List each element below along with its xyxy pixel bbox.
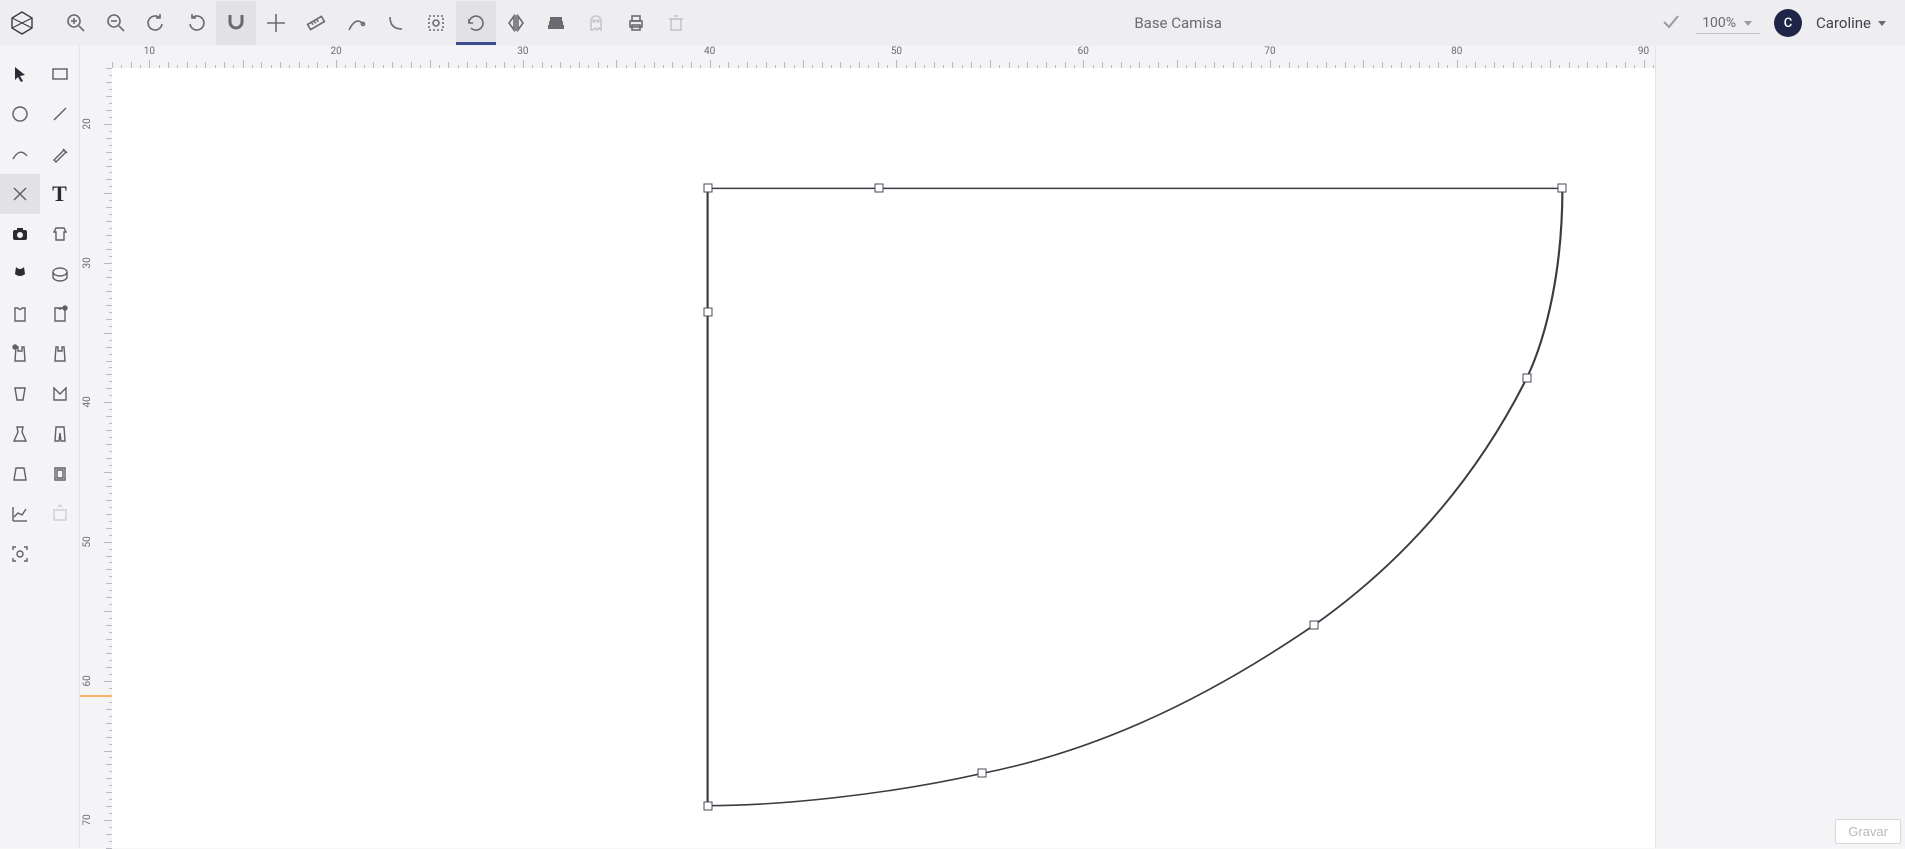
focus-icon[interactable] <box>0 534 40 574</box>
camera-icon[interactable] <box>0 214 40 254</box>
canvas[interactable] <box>112 68 1655 848</box>
user-menu[interactable]: Caroline <box>1816 14 1887 32</box>
anchor-handle[interactable] <box>874 184 883 193</box>
redo-icon[interactable] <box>176 1 216 45</box>
curve-icon[interactable] <box>0 134 40 174</box>
curve-edit-icon[interactable] <box>336 1 376 45</box>
ruler-icon[interactable] <box>296 1 336 45</box>
shirt-back-icon[interactable] <box>40 294 80 334</box>
blank <box>40 534 80 574</box>
zoom-value: 100% <box>1702 15 1736 31</box>
left-toolbox: T <box>0 46 80 848</box>
anchor-handle[interactable] <box>978 769 987 778</box>
refresh-icon[interactable] <box>456 1 496 45</box>
sleeve-icon[interactable] <box>0 374 40 414</box>
tank-left-icon[interactable] <box>0 334 40 374</box>
confirm-icon[interactable] <box>1660 11 1682 35</box>
dress-icon[interactable] <box>0 414 40 454</box>
rectangle-icon[interactable] <box>40 54 80 94</box>
undo-icon[interactable] <box>136 1 176 45</box>
zoom-out-icon[interactable] <box>96 1 136 45</box>
ghost-icon <box>576 1 616 45</box>
circle-icon[interactable] <box>0 94 40 134</box>
collar-icon[interactable] <box>40 374 80 414</box>
grading-icon[interactable] <box>40 454 80 494</box>
anchor-handle[interactable] <box>1558 184 1567 193</box>
shirt-front-icon[interactable] <box>0 294 40 334</box>
ruler-vertical[interactable]: 203040506070 <box>80 68 112 848</box>
crosshair-icon[interactable] <box>256 1 296 45</box>
tape-icon[interactable] <box>40 254 80 294</box>
tank-right-icon[interactable] <box>40 334 80 374</box>
top-toolbar: Base Camisa 100% C Caroline <box>0 0 1905 46</box>
right-controls: 100% C Caroline <box>1660 9 1887 37</box>
close-icon[interactable] <box>0 174 40 214</box>
select-arrow-icon[interactable] <box>0 54 40 94</box>
pants-icon[interactable] <box>40 414 80 454</box>
bodice-icon[interactable] <box>0 254 40 294</box>
layers-icon[interactable] <box>536 1 576 45</box>
line-icon[interactable] <box>40 94 80 134</box>
anchor-handle[interactable] <box>703 801 712 810</box>
text-icon[interactable]: T <box>40 174 80 214</box>
select-area-icon[interactable] <box>416 1 456 45</box>
anchor-handle[interactable] <box>1522 373 1531 382</box>
zoom-select[interactable]: 100% <box>1696 13 1760 34</box>
logo-icon[interactable] <box>6 7 38 39</box>
garment-piece-icon[interactable] <box>40 214 80 254</box>
skirt-icon[interactable] <box>0 454 40 494</box>
work-area: 102030405060708090100 203040506070 Grava… <box>80 46 1905 848</box>
anchor-handle[interactable] <box>703 308 712 317</box>
properties-panel: Gravar <box>1655 46 1905 848</box>
pencil-icon[interactable] <box>40 134 80 174</box>
user-name: Caroline <box>1816 14 1871 32</box>
print-icon[interactable] <box>616 1 656 45</box>
avatar[interactable]: C <box>1774 9 1802 37</box>
document-title: Base Camisa <box>696 14 1660 32</box>
mirror-icon[interactable] <box>496 1 536 45</box>
ruler-horizontal[interactable]: 102030405060708090100 <box>112 46 1905 68</box>
snap-icon[interactable] <box>216 1 256 45</box>
chart-icon[interactable] <box>0 494 40 534</box>
export-icon <box>40 494 80 534</box>
save-button[interactable]: Gravar <box>1835 819 1901 844</box>
ruler-corner <box>80 46 112 68</box>
anchor-handle[interactable] <box>703 184 712 193</box>
zoom-in-icon[interactable] <box>56 1 96 45</box>
anchor-handle[interactable] <box>1309 621 1318 630</box>
corner-icon[interactable] <box>376 1 416 45</box>
trash-icon <box>656 1 696 45</box>
